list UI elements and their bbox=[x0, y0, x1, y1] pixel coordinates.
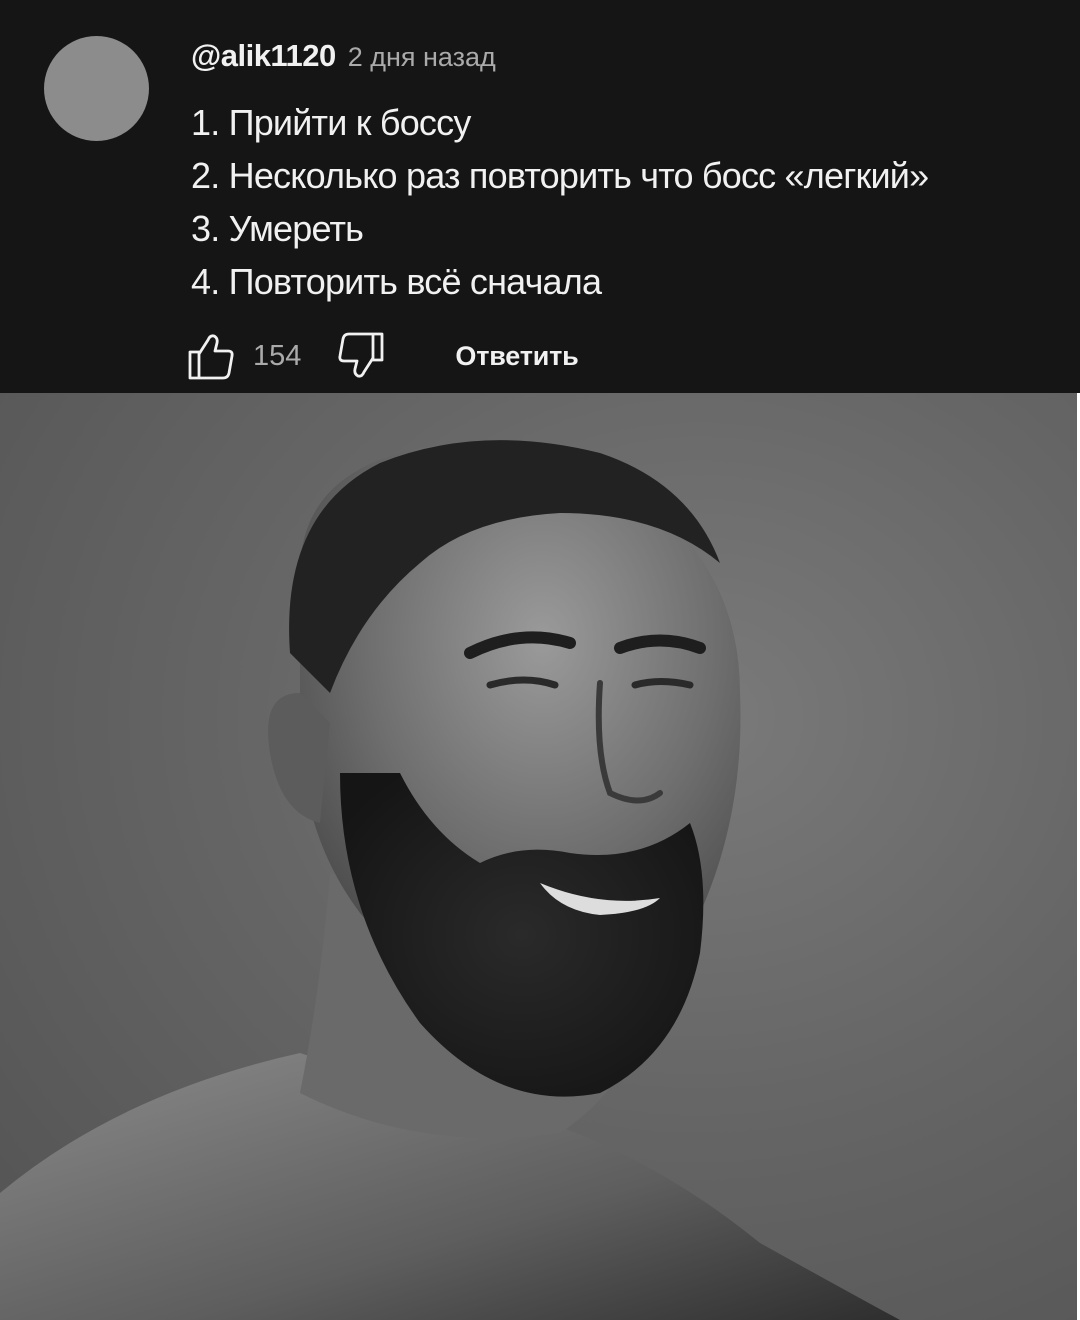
comment-header: @alik1120 2 дня назад bbox=[191, 38, 496, 80]
comment-line-1: 1. Прийти к боссу bbox=[191, 102, 471, 143]
bearded-man-illustration bbox=[0, 440, 900, 1320]
comment-text: 1. Прийти к боссу 2. Несколько раз повто… bbox=[191, 96, 929, 308]
dislike-button[interactable] bbox=[335, 330, 387, 382]
comment-line-4: 4. Повторить всё сначала bbox=[191, 261, 602, 302]
avatar[interactable] bbox=[44, 36, 149, 141]
comment: @alik1120 2 дня назад 1. Прийти к боссу … bbox=[0, 0, 1080, 393]
thumbs-up-icon bbox=[188, 334, 234, 380]
like-count: 154 bbox=[253, 339, 302, 372]
like-button[interactable] bbox=[185, 330, 237, 382]
comment-line-2: 2. Несколько раз повторить что босс «лег… bbox=[191, 155, 929, 196]
comment-line-3: 3. Умереть bbox=[191, 208, 364, 249]
page: @alik1120 2 дня назад 1. Прийти к боссу … bbox=[0, 0, 1080, 1320]
meme-photo bbox=[0, 393, 1077, 1320]
comment-timestamp[interactable]: 2 дня назад bbox=[348, 42, 496, 73]
reply-button[interactable]: Ответить bbox=[455, 341, 578, 372]
comment-author[interactable]: @alik1120 bbox=[191, 38, 336, 74]
comment-actions: 154 Ответить bbox=[185, 330, 579, 382]
thumbs-down-icon bbox=[338, 332, 384, 378]
